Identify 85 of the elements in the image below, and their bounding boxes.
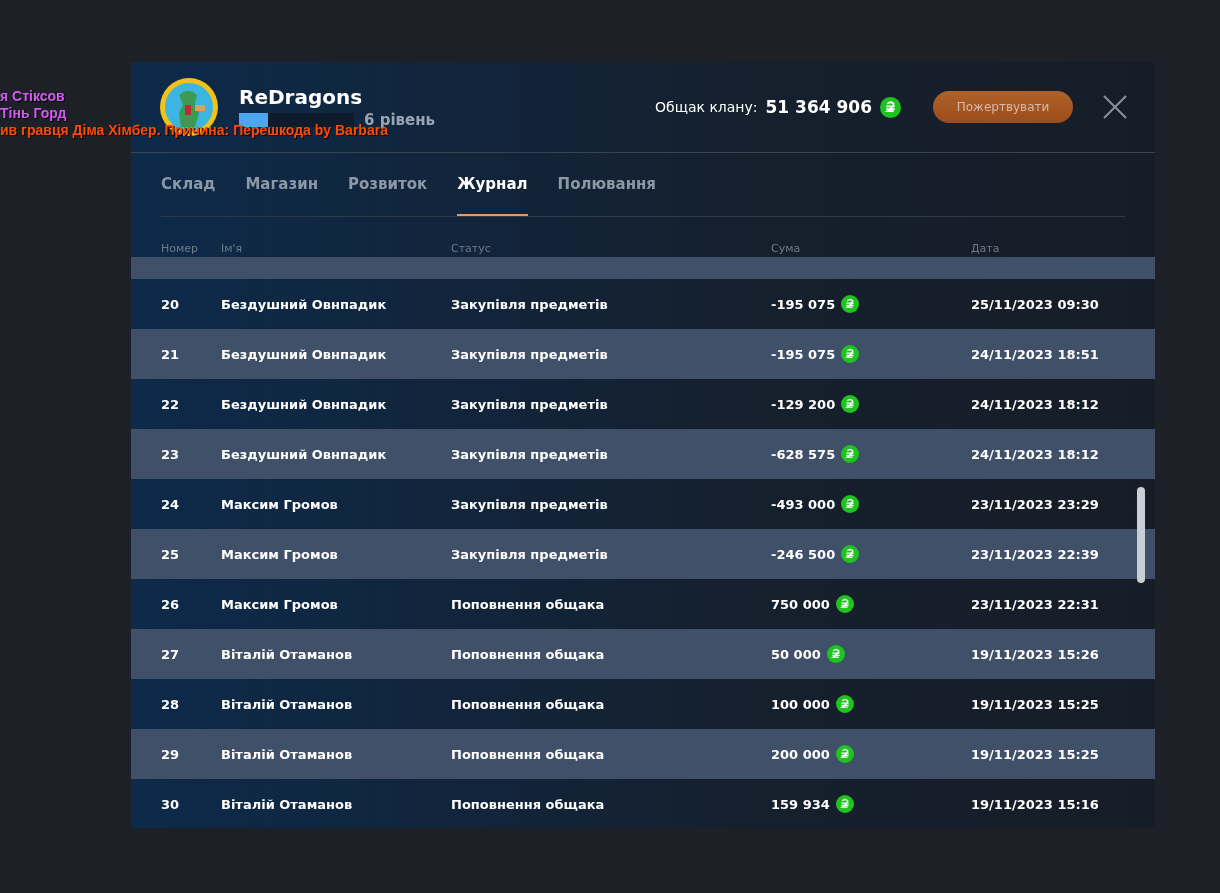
table-cell-text: Максим Громов [221, 496, 339, 512]
coin-icon [841, 445, 860, 463]
coin-icon [826, 645, 845, 663]
table-cell-text: Бездушний Овнпадик [221, 296, 388, 312]
table-cell-text: Бездушний Овнпадик [221, 446, 388, 462]
table-cell-text: Максим Громов [221, 546, 339, 562]
table-cell-text: 24/11/2023 18:51 [971, 346, 1100, 362]
table-cell-text: Закупівля предметів [451, 496, 609, 512]
table-cell-text: 28 [160, 696, 181, 712]
table-cell-text: Поповнення общака [451, 746, 606, 762]
table-cell: -195 075 [771, 296, 836, 312]
clan-name: ReDragons [239, 85, 364, 109]
table-cell-text: Поповнення общака [451, 696, 606, 712]
table-cell: -246 500 [771, 546, 836, 562]
table-cell-text: Максим Громов [221, 596, 339, 612]
table-cell-text: Віталій Отаманов [221, 646, 354, 662]
close-icon[interactable] [1103, 95, 1127, 119]
chat-message: я Стіксов [0, 88, 65, 105]
table-cell-text: 23/11/2023 22:39 [971, 546, 1100, 562]
tab[interactable]: Склад [161, 153, 216, 216]
table-cell: -493 000 [771, 496, 836, 512]
table-cell-text: Віталій Отаманов [221, 696, 354, 712]
table-cell-text: Поповнення общака [451, 596, 606, 612]
coin-icon [841, 545, 860, 563]
table-cell-text: 29 [160, 746, 181, 762]
table-cell-text: Закупівля предметів [451, 396, 609, 412]
tab[interactable]: Магазин [245, 153, 319, 216]
table-cell-text: 22 [160, 396, 181, 412]
treasury-label: Общак клану: [655, 99, 758, 115]
table-cell-text: 24/11/2023 18:12 [971, 446, 1100, 462]
coin-icon [841, 345, 860, 363]
table-cell-text: 25/11/2023 09:30 [971, 296, 1100, 312]
coin-icon [841, 495, 860, 513]
table-cell-text: 23/11/2023 22:31 [971, 596, 1100, 612]
table-cell-text: Бездушний Овнпадик [221, 396, 388, 412]
table-cell: 200 000 [771, 746, 830, 762]
column-header: Ім'я [221, 242, 244, 255]
table-cell-text: 21 [160, 346, 181, 362]
table-cell: 50 000 [771, 646, 821, 662]
table-cell-text: Бездушний Овнпадик [221, 346, 388, 362]
table-cell-text: 23/11/2023 23:29 [971, 496, 1100, 512]
tab[interactable]: Журнал [457, 153, 528, 216]
table-cell-text: Поповнення общака [451, 646, 606, 662]
coin-icon [835, 745, 854, 763]
table-cell-text: Віталій Отаманов [221, 796, 354, 812]
donate-button[interactable]: Пожертвувати [933, 91, 1073, 123]
coin-icon [880, 96, 901, 118]
table-cell-text: 27 [160, 646, 181, 662]
table-cell: -628 575 [771, 446, 836, 462]
tab[interactable]: Розвиток [348, 153, 428, 216]
coin-icon [835, 695, 854, 713]
table-cell: 159 934 [771, 796, 830, 812]
table-cell-text: 30 [160, 796, 181, 812]
table-cell: -195 075 [771, 346, 836, 362]
table-cell-text: Закупівля предметів [451, 296, 609, 312]
table-cell-text: 24 [160, 496, 181, 512]
table-cell-text: Віталій Отаманов [221, 746, 354, 762]
coin-icon [835, 595, 854, 613]
column-header: Сума [771, 242, 802, 255]
coin-icon [841, 395, 860, 413]
table-cell-text: 19/11/2023 15:16 [971, 796, 1100, 812]
table-cell-text: 19/11/2023 15:25 [971, 696, 1100, 712]
table-cell-text: 23 [160, 446, 181, 462]
table-cell: 750 000 [771, 596, 830, 612]
table-cell-text: 20 [160, 296, 181, 312]
coin-icon [841, 295, 860, 313]
table-cell-text: 19/11/2023 15:26 [971, 646, 1100, 662]
table-cell-text: Закупівля предметів [451, 546, 609, 562]
treasury-amount: 51 364 906 [765, 97, 872, 117]
tab[interactable]: Полювання [557, 153, 656, 216]
column-header: Дата [971, 242, 1001, 255]
table-cell-text: 25 [160, 546, 181, 562]
column-header: Статус [451, 242, 492, 255]
scrollbar[interactable] [1137, 487, 1145, 583]
table-cell-text: 24/11/2023 18:12 [971, 396, 1100, 412]
table-cell-text: 26 [160, 596, 181, 612]
table-cell-text: Закупівля предметів [451, 446, 609, 462]
table-cell-text: Поповнення общака [451, 796, 606, 812]
table-cell-text: Закупівля предметів [451, 346, 609, 362]
column-header: Номер [160, 242, 200, 255]
chat-message: Тінь Горд [0, 105, 67, 122]
coin-icon [835, 795, 854, 813]
table-cell: 100 000 [771, 696, 830, 712]
table-cell-text: 19/11/2023 15:25 [971, 746, 1100, 762]
table-cell: -129 200 [771, 396, 836, 412]
